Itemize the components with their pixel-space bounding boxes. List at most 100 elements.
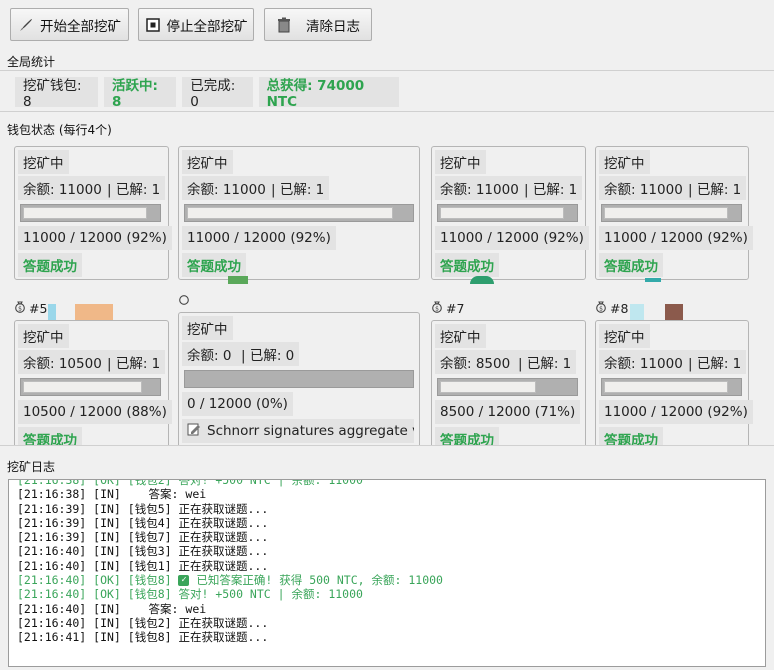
wallet-label-5: $ #5 [14, 300, 47, 316]
wallet-result: 答题成功 [435, 427, 499, 445]
wallet-solved: | 已解: 1 [266, 176, 330, 200]
wallet-solved: | 已解: 0 [236, 342, 300, 366]
wallet-label-7: $ #7 [431, 300, 464, 316]
log-line: [21:16:39] [IN] [钱包5] 正在获取谜题... [17, 501, 269, 516]
wallet-balance: 余额: 8500 [435, 350, 516, 374]
log-line: [21:16:40] [OK] [钱包8] ✓ 已知答案正确! 获得 500 N… [9, 573, 765, 587]
divider [0, 70, 774, 71]
wallet-progress-fill [23, 381, 142, 393]
wallet-progress-bar [184, 204, 414, 222]
wallet-progress-bar [20, 378, 161, 396]
wallet-balance: 余额: 11000 [18, 176, 107, 200]
stats-bar: 挖矿钱包: 8 活跃中: 8 已完成: 0 总获得: 74000 NTC [15, 75, 405, 110]
wallet-status: 挖矿中 [182, 316, 233, 340]
mining-log[interactable]: [21:16:38] [OK] [钱包2] 答对! +500 NTC | 余额:… [8, 479, 766, 667]
wallet-solved: | 已解: 1 [683, 350, 747, 374]
wallet-progress-fill [604, 207, 728, 219]
wallet-progress-bar [20, 204, 161, 222]
wallet-solved: | 已解: 1 [683, 176, 747, 200]
wallet-progress-fill [440, 207, 564, 219]
wallet-progress-text: 11000 / 12000 (92%) [182, 226, 336, 250]
wallet-number: #8 [610, 300, 629, 316]
start-all-mining-button[interactable]: 开始全部挖矿 [10, 8, 129, 41]
log-line: [21:16:41] [IN] [钱包8] 正在获取谜题... [17, 630, 269, 645]
wallet-solved: | 已解: 1 [102, 350, 166, 374]
stats-group-title: 全局统计 [7, 55, 56, 69]
wallet-balance: 余额: 11000 [599, 176, 688, 200]
log-line: [21:16:40] [OK] [钱包8] 答对! +500 NTC | 余额:… [17, 587, 363, 602]
total-earned: 总获得: 74000 NTC [258, 76, 399, 110]
wallet-status: 挖矿中 [599, 324, 650, 348]
moneybag-icon: $ [595, 300, 607, 316]
wallet-progress-text: 11000 / 12000 (92%) [599, 226, 753, 250]
moneybag-icon [178, 292, 190, 308]
wallet-balance: 余额: 0 [182, 342, 237, 366]
log-group-title: 挖矿日志 [7, 460, 56, 474]
wallet-balance: 余额: 11000 [599, 350, 688, 374]
wallets-group-title: 钱包状态 (每行4个) [7, 123, 112, 137]
clear-log-button[interactable]: 清除日志 [264, 8, 372, 41]
wallet-progress-bar [601, 204, 742, 222]
log-line-text: 已知答案正确! 获得 500 NTC, 余额: 11000 [196, 573, 443, 588]
divider [0, 445, 774, 446]
wallet-progress-text: 11000 / 12000 (92%) [435, 226, 589, 250]
divider [0, 111, 774, 112]
moneybag-icon: $ [14, 300, 26, 316]
wallet-progress-fill [440, 381, 536, 393]
wallet-progress-bar [184, 370, 414, 388]
log-line: [21:16:38] [OK] [钱包2] 答对! +500 NTC | 余额:… [17, 479, 363, 487]
log-line: [21:16:40] [IN] [钱包1] 正在获取谜题... [17, 558, 269, 573]
wallet-number: #7 [446, 300, 465, 316]
check-icon: ✓ [178, 575, 190, 587]
wallet-label-6 [178, 292, 190, 308]
wallet-grid[interactable]: 挖矿中 余额: 11000 | 已解: 1 11000 / 12000 (92%… [8, 140, 774, 445]
wallet-progress-bar [437, 204, 578, 222]
wallet-progress-text: 0 / 12000 (0%) [182, 392, 293, 416]
wallet-progress-text: 10500 / 12000 (88%) [18, 400, 172, 424]
wallet-result: 答题成功 [18, 427, 82, 445]
log-line: [21:16:38] [IN] 答案: wei [17, 487, 207, 502]
wallet-result: 答题成功 [18, 253, 82, 277]
wallet-status: 挖矿中 [435, 150, 486, 174]
wallet-status: 挖矿中 [182, 150, 233, 174]
wallet-status: 挖矿中 [18, 324, 69, 348]
wallet-balance: 余额: 10500 [18, 350, 107, 374]
wallet-status: 挖矿中 [435, 324, 486, 348]
wallet-result: 答题成功 [182, 253, 246, 277]
wallet-solved: | 已解: 1 [102, 176, 166, 200]
edit-icon [187, 422, 201, 440]
wallet-progress-bar [437, 378, 578, 396]
svg-text:$: $ [435, 306, 439, 313]
stop-all-mining-button[interactable]: 停止全部挖矿 [138, 8, 254, 41]
wallet-solved: | 已解: 1 [513, 350, 577, 374]
wallet-progress-fill [604, 381, 728, 393]
svg-text:$: $ [599, 306, 603, 313]
wallet-result: 答题成功 [599, 253, 663, 277]
wallet-status: 挖矿中 [18, 150, 69, 174]
completed-count: 已完成: 0 [182, 76, 253, 110]
svg-text:$: $ [18, 306, 22, 313]
trash-icon [276, 17, 292, 33]
log-line: [21:16:40] [IN] [钱包2] 正在获取谜题... [17, 615, 269, 630]
stop-icon [145, 17, 161, 33]
wallet-balance: 余额: 11000 [182, 176, 271, 200]
wallet-number: #5 [29, 300, 48, 316]
wallet-result: 答题成功 [599, 427, 663, 445]
log-line: [21:16:40] [IN] 答案: wei [17, 601, 207, 616]
wallet-progress-text: 8500 / 12000 (71%) [435, 400, 581, 424]
moneybag-icon: $ [431, 300, 443, 316]
active-count: 活跃中: 8 [103, 76, 177, 110]
wallet-result: 答题成功 [435, 253, 499, 277]
rocket-icon [18, 17, 34, 33]
wallet-progress-text: 11000 / 12000 (92%) [599, 400, 753, 424]
wallet-question: Schnorr signatures aggregate via [182, 419, 414, 443]
decorative-artifact [470, 276, 494, 284]
wallet-question-text: Schnorr signatures aggregate via [207, 423, 414, 439]
start-all-mining-label: 开始全部挖矿 [40, 18, 121, 35]
log-line: [21:16:39] [IN] [钱包7] 正在获取谜题... [17, 530, 269, 545]
wallet-balance: 余额: 11000 [435, 176, 524, 200]
wallet-progress-bar [601, 378, 742, 396]
wallet-progress-text: 11000 / 12000 (92%) [18, 226, 172, 250]
wallet-label-8: $ #8 [595, 300, 628, 316]
log-line-prefix: [21:16:40] [OK] [钱包8] [17, 573, 179, 588]
